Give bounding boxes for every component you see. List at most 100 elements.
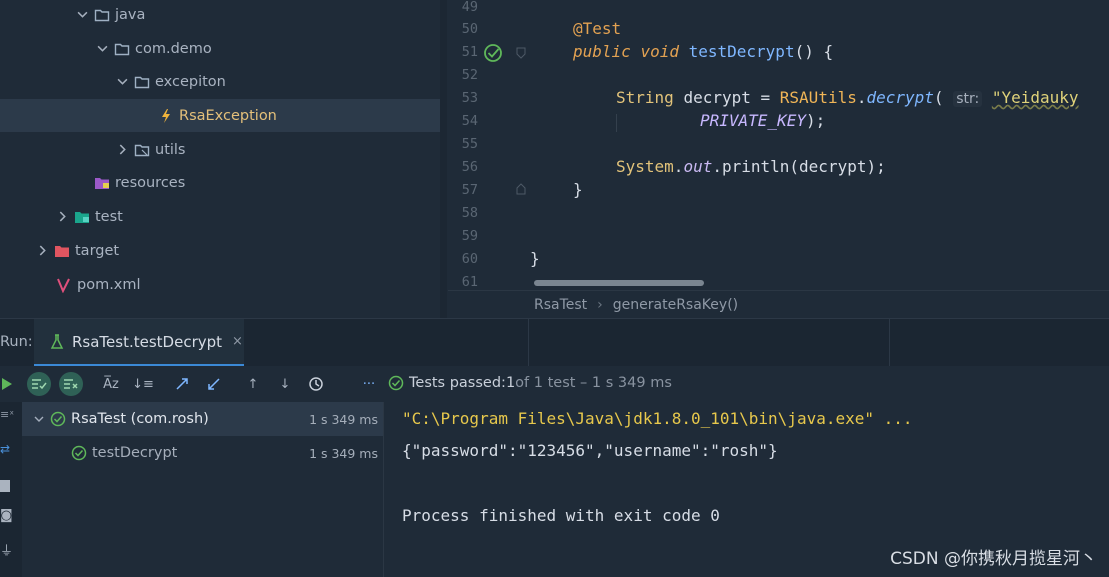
- sort-alphabetically-icon[interactable]: A̅z: [100, 374, 122, 394]
- next-failed-icon[interactable]: ↓: [274, 374, 296, 394]
- line-number: 55: [461, 136, 478, 152]
- parameter-hint: str:: [953, 91, 983, 107]
- collapse-all-icon[interactable]: [203, 374, 225, 394]
- status-count: 1: [505, 375, 516, 391]
- stop-icon[interactable]: [0, 480, 10, 492]
- chevron-right-icon[interactable]: [56, 211, 68, 223]
- tree-item-excepiton[interactable]: excepiton: [0, 65, 447, 98]
- excluded-folder-icon: [54, 243, 70, 259]
- project-tree: java com.demo excepiton RsaException uti…: [0, 0, 447, 318]
- chevron-right-icon[interactable]: [36, 245, 48, 257]
- line-number: 53: [461, 90, 478, 106]
- test-folder-icon: [74, 209, 90, 225]
- println-call: .println(decrypt);: [712, 157, 886, 176]
- tree-scrollbar[interactable]: [440, 0, 447, 318]
- package-folder-icon: [134, 142, 150, 158]
- check-circle-icon: [388, 375, 404, 391]
- breadcrumb-method[interactable]: generateRsaKey(): [613, 297, 738, 313]
- code-editor[interactable]: 49 50 51 52 53 54 55 56 57 58 59 60 61 @…: [448, 0, 1109, 290]
- paren-open: (: [933, 88, 944, 107]
- dot: .: [673, 157, 684, 176]
- tree-item-com-demo[interactable]: com.demo: [0, 32, 447, 65]
- tree-item-resources[interactable]: resources: [0, 166, 447, 199]
- method-decrypt: decrypt: [866, 88, 934, 107]
- chevron-down-icon[interactable]: [76, 9, 88, 21]
- chevron-down-icon[interactable]: [96, 43, 108, 55]
- expand-all-icon[interactable]: [171, 374, 193, 394]
- tree-item-label: com.demo: [135, 40, 212, 57]
- tree-item-java[interactable]: java: [0, 0, 447, 31]
- test-suite-row[interactable]: RsaTest (com.rosh) 1 s 349 ms: [22, 402, 383, 436]
- check-circle-icon: [50, 411, 66, 427]
- brace-close: }: [573, 180, 583, 199]
- package-folder-icon: [134, 74, 150, 90]
- history-icon[interactable]: [305, 374, 327, 394]
- class-rsautils: RSAUtils: [779, 88, 857, 107]
- console-line: "C:\Program Files\Java\jdk1.8.0_101\bin\…: [402, 409, 913, 428]
- line-number: 61: [461, 274, 478, 290]
- tab-title: RsaTest.testDecrypt: [72, 332, 223, 351]
- breadcrumb-class[interactable]: RsaTest: [534, 297, 587, 313]
- run-toolbar: A̅z ↓≡ ↑ ↓ ··· Tests passed: 1 of 1 test…: [0, 366, 1109, 402]
- folder-icon: [94, 7, 110, 23]
- indent-guide: [616, 114, 617, 132]
- line-number: 59: [461, 228, 478, 244]
- tree-item-utils[interactable]: utils: [0, 133, 447, 166]
- fold-marker-icon[interactable]: [516, 47, 526, 59]
- chevron-down-icon[interactable]: [34, 414, 44, 424]
- const-private-key: PRIVATE_KEY: [700, 111, 806, 130]
- test-results-tree: RsaTest (com.rosh) 1 s 349 ms testDecryp…: [22, 402, 383, 577]
- chevron-right-icon: ›: [597, 296, 603, 313]
- tab-rsatest-testdecrypt[interactable]: RsaTest.testDecrypt ×: [34, 319, 244, 367]
- test-suite-time: 1 s 349 ms: [309, 411, 378, 427]
- tree-item-pom-xml[interactable]: pom.xml: [0, 268, 447, 301]
- plug-icon[interactable]: ⏚: [0, 540, 14, 559]
- code-line-60[interactable]: }: [530, 249, 540, 268]
- more-icon[interactable]: ···: [358, 374, 380, 394]
- close-icon[interactable]: ×: [232, 334, 243, 349]
- rerun-icon[interactable]: [0, 374, 18, 394]
- code-line-51[interactable]: public void testDecrypt() {: [573, 42, 833, 61]
- code-line-56[interactable]: System.out.println(decrypt);: [616, 157, 886, 176]
- field-out: out: [683, 157, 713, 176]
- editor-gutter: 49 50 51 52 53 54 55 56 57 58 59 60 61: [448, 0, 528, 290]
- toggle-soft-wrap-icon[interactable]: ≡ˣ: [0, 408, 14, 424]
- test-suite-label: RsaTest (com.rosh): [71, 411, 209, 427]
- line-number: 51: [461, 44, 478, 60]
- test-case-row[interactable]: testDecrypt 1 s 349 ms: [22, 436, 383, 470]
- close-statement: );: [805, 111, 826, 130]
- code-line-57[interactable]: }: [573, 180, 583, 199]
- import-tests-icon[interactable]: ⇄: [0, 442, 14, 458]
- keyword-public: public: [573, 42, 631, 61]
- editor-horizontal-scrollbar[interactable]: [534, 280, 704, 286]
- exception-class-icon: [158, 108, 174, 124]
- tree-item-target[interactable]: target: [0, 234, 447, 267]
- line-number: 58: [461, 205, 478, 221]
- fold-marker-icon[interactable]: [516, 183, 526, 195]
- check-circle-icon: [71, 445, 87, 461]
- tree-item-rsaexception[interactable]: RsaException: [0, 99, 447, 132]
- test-passed-gutter-icon[interactable]: [483, 43, 503, 63]
- code-line-50[interactable]: @Test: [573, 19, 621, 38]
- line-number: 54: [461, 113, 478, 129]
- assign-op: =: [750, 88, 780, 107]
- run-tool-window-header: Run: RsaTest.testDecrypt ×: [0, 318, 1109, 367]
- code-line-53[interactable]: String decrypt = RSAUtils.decrypt( str: …: [616, 88, 1079, 107]
- test-case-label: testDecrypt: [92, 445, 178, 461]
- show-passed-icon[interactable]: [27, 372, 51, 396]
- package-folder-icon: [114, 41, 130, 57]
- console-line: {"password":"123456","username":"rosh"}: [402, 441, 778, 460]
- chevron-right-icon[interactable]: [116, 144, 128, 156]
- type-string: String: [616, 88, 674, 107]
- line-number: 49: [461, 0, 478, 15]
- chevron-down-icon[interactable]: [116, 76, 128, 88]
- class-brace-close: }: [530, 249, 540, 268]
- previous-failed-icon[interactable]: ↑: [242, 374, 264, 394]
- line-number: 52: [461, 67, 478, 83]
- show-ignored-icon[interactable]: [59, 372, 83, 396]
- sort-by-duration-icon[interactable]: ↓≡: [132, 374, 154, 394]
- code-line-54[interactable]: PRIVATE_KEY);: [700, 111, 825, 130]
- camera-icon[interactable]: ◙: [0, 508, 14, 524]
- tree-item-label: java: [115, 6, 146, 23]
- tree-item-test[interactable]: test: [0, 200, 447, 233]
